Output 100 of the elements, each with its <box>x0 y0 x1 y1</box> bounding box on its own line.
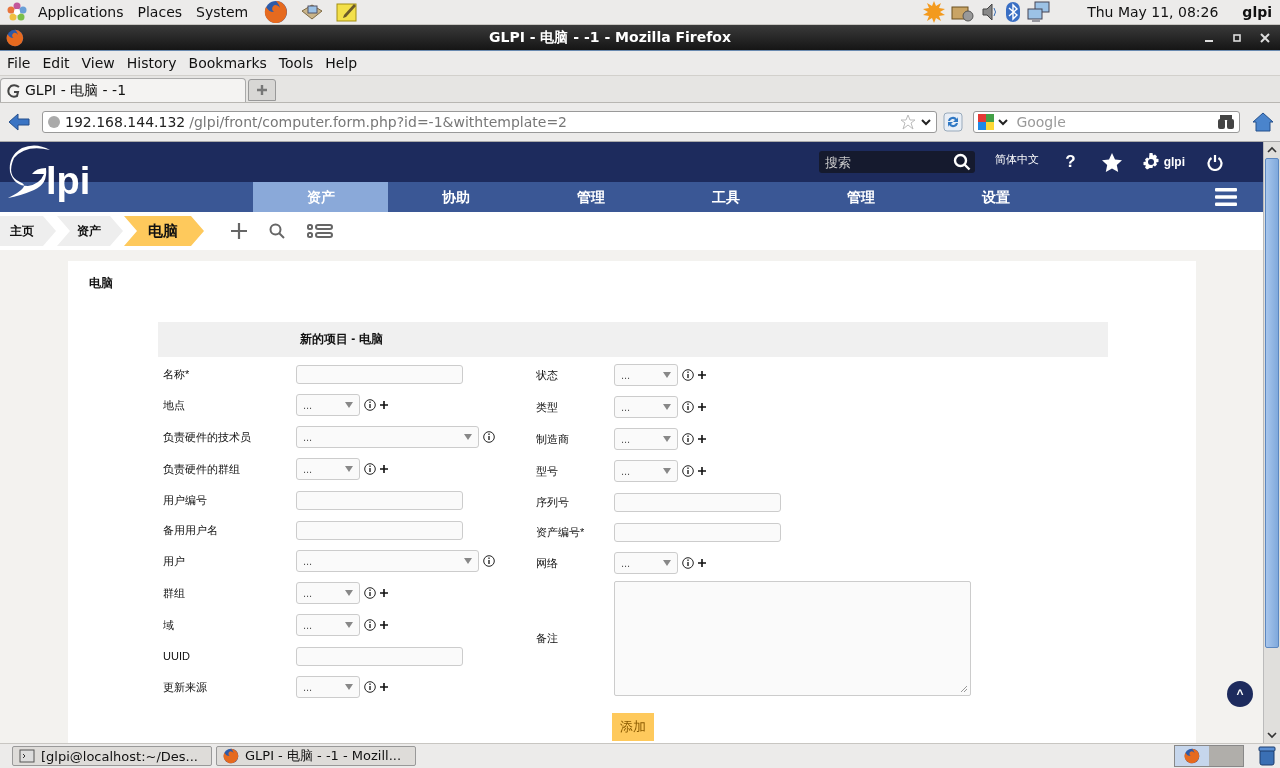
add-icon[interactable] <box>380 465 388 473</box>
menu-item[interactable]: History <box>121 55 182 71</box>
dropdown-field[interactable]: ... <box>296 676 360 698</box>
menu-item[interactable]: Tools <box>273 55 319 71</box>
text-field[interactable] <box>296 364 463 384</box>
caret-icon[interactable] <box>920 117 933 127</box>
menu-item[interactable]: Edit <box>37 55 75 71</box>
dropdown-field[interactable]: ... <box>614 364 678 386</box>
menu-item[interactable]: File <box>2 55 36 71</box>
caret-icon[interactable] <box>997 117 1010 127</box>
new-tab-button[interactable] <box>248 79 276 101</box>
info-icon[interactable] <box>483 555 495 567</box>
add-icon[interactable] <box>380 683 388 691</box>
search-field[interactable]: 搜索 <box>819 151 976 173</box>
language-link[interactable]: 简体中文 <box>995 151 1040 167</box>
add-icon[interactable] <box>698 403 706 411</box>
panel-menu[interactable]: Places <box>133 4 187 20</box>
dropdown-field[interactable]: ... <box>614 460 678 482</box>
taskbar-button[interactable]: [glpi@localhost:~/Des... <box>12 746 212 766</box>
add-icon[interactable] <box>698 467 706 475</box>
web-search-field[interactable]: Google <box>973 111 1240 133</box>
home-icon[interactable] <box>1252 112 1274 132</box>
back-to-top-button[interactable]: ^ <box>1227 681 1253 707</box>
dropdown-field[interactable]: ... <box>614 428 678 450</box>
dropdown-field[interactable]: ... <box>296 426 479 448</box>
text-field[interactable] <box>614 492 781 512</box>
add-icon[interactable] <box>380 589 388 597</box>
text-field[interactable] <box>296 490 463 510</box>
list-icon[interactable] <box>307 224 333 238</box>
notes-icon[interactable] <box>336 1 359 23</box>
star-icon[interactable] <box>1101 152 1122 172</box>
network-icon[interactable] <box>1027 1 1052 23</box>
user-name[interactable]: glpi <box>1242 4 1272 20</box>
address-field[interactable]: 192.168.144.132 /glpi/front/computer.form.php?id=-1&withtemplate=2 <box>42 111 938 133</box>
scroll-thumb[interactable] <box>1265 158 1279 648</box>
power-icon[interactable] <box>1207 153 1223 171</box>
dropdown-field[interactable]: ... <box>614 396 678 418</box>
settings-icon[interactable] <box>1141 153 1160 171</box>
add-icon[interactable] <box>698 559 706 567</box>
close-icon[interactable] <box>1258 30 1272 45</box>
breadcrumb-link[interactable]: 主页 <box>0 216 56 246</box>
add-icon[interactable] <box>380 401 388 409</box>
breadcrumb-link[interactable]: 资产 <box>57 216 123 246</box>
panel-menu[interactable]: Applications <box>34 4 128 20</box>
scrollbar[interactable] <box>1263 142 1280 743</box>
firefox-icon[interactable] <box>6 28 24 47</box>
info-icon[interactable] <box>364 399 376 411</box>
firefox-icon[interactable] <box>264 0 289 24</box>
info-icon[interactable] <box>682 557 694 569</box>
menu-item[interactable]: View <box>76 55 120 71</box>
info-icon[interactable] <box>364 587 376 599</box>
main-menu-tab[interactable]: 管理 <box>793 182 928 212</box>
bookmark-star-icon[interactable] <box>900 114 917 130</box>
trash-icon[interactable] <box>1258 746 1276 766</box>
web-search-input[interactable]: Google <box>1012 114 1214 130</box>
dropdown-field[interactable]: ... <box>296 582 360 604</box>
notes-field[interactable] <box>614 580 971 696</box>
gnome-foot-icon[interactable] <box>6 1 28 23</box>
help-link[interactable]: ? <box>1065 152 1076 172</box>
add-icon[interactable] <box>698 435 706 443</box>
text-field[interactable] <box>614 522 781 542</box>
dropdown-field[interactable]: ... <box>296 550 479 572</box>
dropdown-field[interactable]: ... <box>296 614 360 636</box>
main-menu-tab[interactable]: 设置 <box>928 182 1063 212</box>
main-menu-tab[interactable]: 管理 <box>523 182 658 212</box>
info-icon[interactable] <box>483 431 495 443</box>
add-icon[interactable] <box>380 621 388 629</box>
dropdown-field[interactable]: ... <box>296 394 360 416</box>
search-engine-icon[interactable] <box>978 114 995 130</box>
panel-menu[interactable]: System <box>192 4 253 20</box>
breadcrumb-link[interactable]: 电脑 <box>124 216 204 246</box>
workspace-switcher[interactable] <box>1174 745 1244 767</box>
menu-icon[interactable] <box>1215 188 1237 206</box>
menu-item[interactable]: Help <box>320 55 363 71</box>
info-icon[interactable] <box>364 619 376 631</box>
info-icon[interactable] <box>364 463 376 475</box>
info-icon[interactable] <box>682 433 694 445</box>
main-menu-tab[interactable]: 工具 <box>658 182 793 212</box>
main-menu-tab[interactable]: 协助 <box>388 182 523 212</box>
menu-item[interactable]: Bookmarks <box>183 55 272 71</box>
search-input[interactable]: 搜索 <box>823 153 954 171</box>
info-icon[interactable] <box>682 465 694 477</box>
resize-grip-icon[interactable] <box>959 683 968 693</box>
search-icon[interactable] <box>953 153 972 171</box>
add-icon[interactable] <box>698 371 706 379</box>
browser-tab[interactable]: GLPI - 电脑 - -1 <box>0 78 246 102</box>
text-field[interactable] <box>296 646 463 666</box>
text-field[interactable] <box>296 520 463 540</box>
user-link[interactable]: glpi <box>1163 155 1185 169</box>
info-icon[interactable] <box>364 681 376 693</box>
clock[interactable]: Thu May 11, 08:26 <box>1087 4 1219 20</box>
dropdown-field[interactable]: ... <box>614 552 678 574</box>
reload-icon[interactable] <box>943 112 964 132</box>
bluetooth-icon[interactable] <box>1005 1 1022 23</box>
binoculars-icon[interactable] <box>1217 114 1235 130</box>
add-button[interactable]: 添加 <box>612 713 654 741</box>
info-icon[interactable] <box>682 401 694 413</box>
taskbar-button[interactable]: GLPI - 电脑 - -1 - Mozill... <box>216 746 416 766</box>
back-arrow-icon[interactable] <box>8 113 30 131</box>
dropdown-field[interactable]: ... <box>296 458 360 480</box>
